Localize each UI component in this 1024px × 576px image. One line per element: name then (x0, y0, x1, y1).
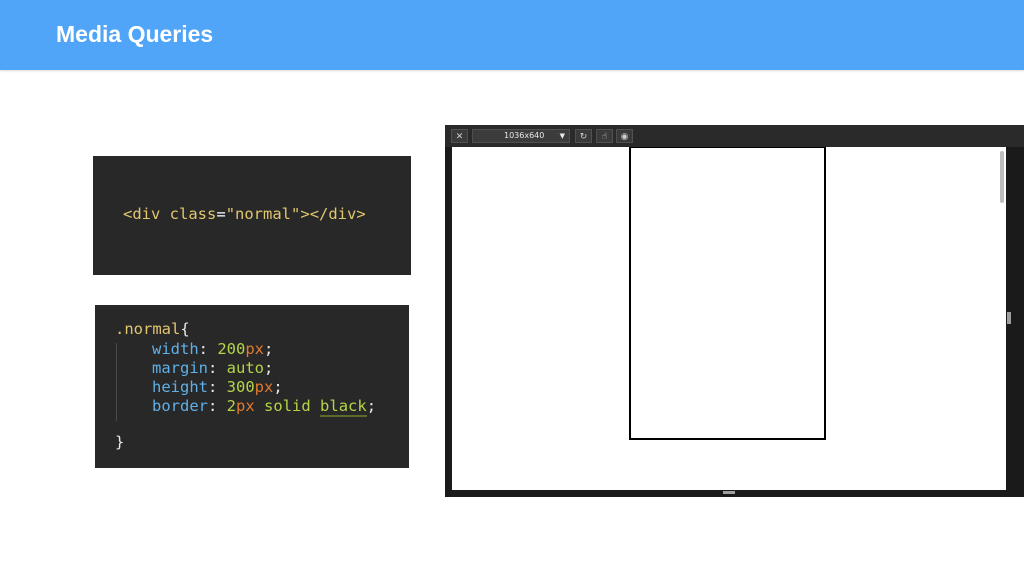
css-unit: px (236, 397, 255, 415)
css-num: 2 (226, 397, 237, 415)
html-code-line: <div class="normal"></div> (123, 205, 366, 223)
code-eq: = (216, 205, 226, 223)
css-rule-margin: margin: auto; (152, 359, 274, 377)
preview-viewport (452, 147, 1005, 490)
css-unit: px (254, 378, 274, 396)
css-close-line: } (115, 432, 124, 452)
chevron-down-icon: ▼ (559, 132, 565, 140)
css-rule-height: height: 300px; (152, 378, 283, 396)
css-value: solid (264, 397, 311, 415)
normal-div-box (629, 147, 826, 440)
resize-handle-right[interactable] (1007, 312, 1011, 324)
scrollbar-thumb[interactable] (1000, 151, 1004, 203)
viewport-size-select[interactable]: 1036x640 ▼ (472, 129, 570, 143)
resize-handle-bottom[interactable] (723, 491, 735, 494)
css-prop: border (152, 397, 208, 415)
css-close-brace: } (115, 433, 125, 451)
css-prop: margin (152, 359, 208, 377)
code-attr-value: "normal" (225, 205, 301, 223)
css-unit: px (245, 340, 265, 358)
css-code-snippet: .normal{ width: 200px; margin: auto; hei… (95, 305, 409, 468)
responsive-toolbar: ✕ 1036x640 ▼ ↻ ☝ ◉ (445, 125, 1024, 147)
css-open-brace: { (180, 320, 190, 338)
viewport-size-value: 1036x640 (504, 131, 545, 140)
code-open-tag: <div (123, 205, 161, 223)
code-close-tag: </div> (309, 205, 366, 223)
html-code-snippet: <div class="normal"></div> (93, 156, 411, 275)
css-prop: height (152, 378, 208, 396)
css-selector: .normal (115, 320, 181, 338)
css-num: 200 (217, 340, 246, 358)
slide-header: Media Queries (0, 0, 1024, 70)
css-value: auto (226, 359, 264, 377)
indent-guide (116, 343, 117, 421)
rotate-icon[interactable]: ↻ (575, 129, 592, 143)
vertical-scrollbar[interactable] (999, 147, 1006, 490)
css-prop: width (152, 340, 199, 358)
css-selector-line: .normal{ (115, 319, 190, 339)
css-color-value: black (320, 397, 367, 417)
code-close-bracket: > (300, 205, 310, 223)
close-icon[interactable]: ✕ (451, 129, 468, 143)
camera-icon[interactable]: ◉ (616, 129, 633, 143)
responsive-preview-window: ✕ 1036x640 ▼ ↻ ☝ ◉ (445, 125, 1024, 497)
slide-title: Media Queries (56, 21, 214, 47)
css-rule-border: border: 2px solid black; (152, 397, 377, 417)
code-attr: class (169, 205, 217, 223)
css-num: 300 (226, 378, 255, 396)
touch-icon[interactable]: ☝ (596, 129, 613, 143)
css-rule-width: width: 200px; (152, 340, 274, 358)
